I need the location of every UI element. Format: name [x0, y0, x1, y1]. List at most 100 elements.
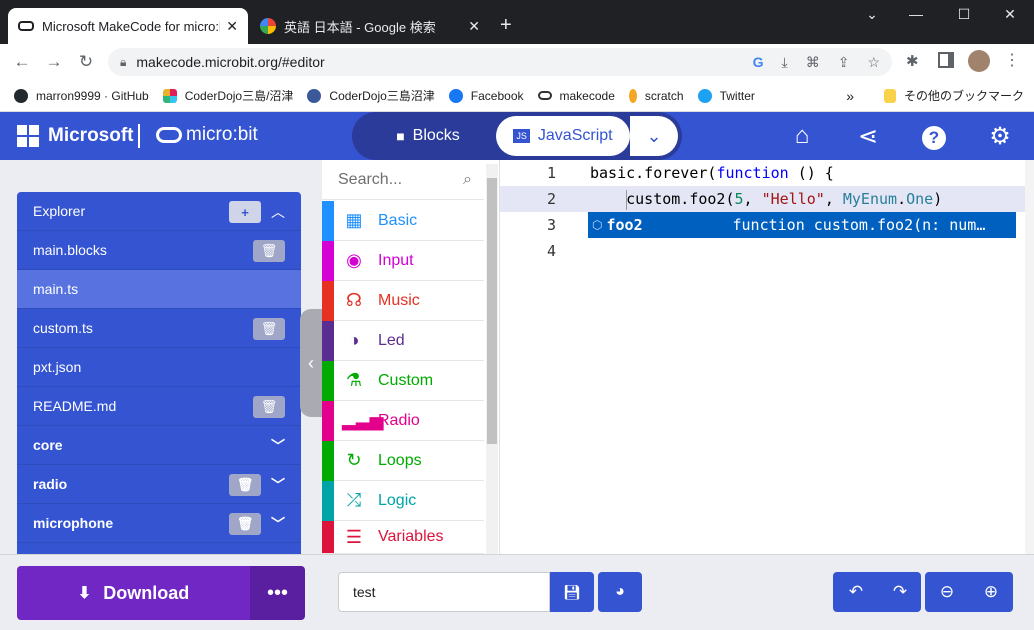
- lock-icon: 🔒︎: [120, 54, 127, 69]
- explorer-header[interactable]: Explorer + ︿: [17, 192, 301, 231]
- microsoft-logo[interactable]: Microsoft: [16, 124, 134, 148]
- dojo-icon: [307, 88, 322, 103]
- github-button[interactable]: ◕: [598, 572, 642, 612]
- category-music[interactable]: ☊ Music: [322, 281, 484, 321]
- category-led[interactable]: ◑ Led: [322, 321, 484, 361]
- line-number: 3: [546, 216, 556, 234]
- download-file-icon: ⬇: [77, 585, 92, 602]
- package-core[interactable]: core ﹀: [17, 426, 301, 465]
- new-tab-button[interactable]: +: [500, 14, 512, 37]
- close-tab-icon[interactable]: ✕: [468, 18, 480, 35]
- project-name-input[interactable]: [338, 572, 550, 612]
- category-radio[interactable]: ▂▃▅ Radio: [322, 401, 484, 441]
- save-disk-icon: 💾︎: [563, 583, 581, 600]
- other-bookmarks-folder[interactable]: その他のブックマーク: [883, 87, 1024, 104]
- headphones-icon: ☊: [346, 290, 362, 310]
- save-button[interactable]: 💾︎: [550, 572, 594, 612]
- maximize-button[interactable]: ☐: [944, 6, 984, 23]
- settings-gear-icon[interactable]: ⚙: [984, 122, 1016, 151]
- blocks-tab[interactable]: ■ Blocks: [360, 116, 496, 156]
- google-icon[interactable]: G: [753, 54, 764, 70]
- zoom-in-icon: ⊕: [983, 582, 999, 601]
- close-window-button[interactable]: ✕: [990, 6, 1030, 23]
- code-line-1[interactable]: basic.forever(function () {: [590, 164, 834, 182]
- category-input[interactable]: ◉ Input: [322, 241, 484, 281]
- shuffle-icon: ⤮: [346, 490, 362, 510]
- add-file-button[interactable]: +: [229, 201, 261, 223]
- close-tab-icon[interactable]: ✕: [226, 18, 238, 35]
- trash-icon[interactable]: 🗑︎: [253, 318, 285, 340]
- collapse-explorer-button[interactable]: ‹: [300, 309, 322, 417]
- editor-scrollbar[interactable]: [1025, 160, 1034, 554]
- microbit-logo[interactable]: micro:bit: [156, 124, 258, 146]
- chevron-down-icon[interactable]: ﹀: [271, 514, 285, 534]
- file-item-pxt-json[interactable]: pxt.json: [17, 348, 301, 387]
- bookmark-makecode[interactable]: makecode: [537, 89, 615, 103]
- autocomplete-suggestion[interactable]: ⬡ foo2 function custom.foo2(n: num…: [588, 212, 1016, 238]
- category-custom[interactable]: ⚗ Custom: [322, 361, 484, 401]
- trash-icon[interactable]: 🗑︎: [229, 474, 261, 496]
- browser-tab-google[interactable]: 英語 日本語 - Google 検索 ✕: [250, 8, 490, 44]
- download-button[interactable]: ⬇ Download: [17, 566, 250, 620]
- toolbox-scrollbar-thumb[interactable]: [487, 178, 497, 444]
- zoom-in-button[interactable]: ⊕: [969, 572, 1013, 612]
- extensions-icon[interactable]: ✱: [906, 52, 919, 70]
- trash-icon[interactable]: 🗑︎: [229, 513, 261, 535]
- file-item-custom-ts[interactable]: custom.ts 🗑︎: [17, 309, 301, 348]
- redo-button[interactable]: ↷: [879, 572, 921, 612]
- install-icon[interactable]: ⤓: [782, 54, 788, 71]
- zoom-out-button[interactable]: ⊖: [925, 572, 969, 612]
- package-microphone[interactable]: microphone 🗑︎ ﹀: [17, 504, 301, 543]
- chevron-down-icon[interactable]: ﹀: [271, 475, 285, 495]
- github-icon: ◕: [615, 583, 625, 600]
- language-dropdown-button[interactable]: ⌄: [630, 116, 678, 156]
- file-item-readme[interactable]: README.md 🗑︎: [17, 387, 301, 426]
- trash-icon[interactable]: 🗑︎: [253, 396, 285, 418]
- bookmark-github[interactable]: marron9999 · GitHub: [14, 88, 149, 103]
- minimize-button[interactable]: —: [896, 6, 936, 22]
- more-options-button[interactable]: •••: [250, 566, 305, 620]
- file-item-main-blocks[interactable]: main.blocks 🗑︎: [17, 231, 301, 270]
- microbit-icon: [156, 127, 182, 143]
- bookmark-facebook[interactable]: Facebook: [448, 88, 524, 103]
- undo-button[interactable]: ↶: [833, 572, 879, 612]
- search-icon[interactable]: ⌕: [463, 171, 472, 189]
- category-logic[interactable]: ⤮ Logic: [322, 481, 484, 521]
- avatar[interactable]: [968, 50, 990, 72]
- tab-title: Microsoft MakeCode for micro:bit: [42, 18, 221, 34]
- function-cube-icon: ⬡: [592, 218, 603, 232]
- category-variables[interactable]: ☰ Variables: [322, 521, 484, 554]
- bookmark-dojo[interactable]: CoderDojo三島沼津: [307, 87, 435, 104]
- back-arrow-icon[interactable]: ←: [6, 52, 38, 72]
- file-item-main-ts[interactable]: main.ts: [17, 270, 301, 309]
- javascript-tab[interactable]: JS JavaScript: [496, 116, 630, 156]
- package-radio[interactable]: radio 🗑︎ ﹀: [17, 465, 301, 504]
- share-icon[interactable]: ⇪: [838, 54, 850, 71]
- share-icon[interactable]: ⋖: [852, 122, 884, 151]
- chevron-up-icon[interactable]: ︿: [271, 202, 285, 222]
- trash-icon[interactable]: 🗑︎: [253, 240, 285, 262]
- category-loops[interactable]: ↻ Loops: [322, 441, 484, 481]
- bookmark-slack[interactable]: CoderDojo三島/沼津: [162, 87, 293, 104]
- browser-tab-makecode[interactable]: Microsoft MakeCode for micro:bit ✕: [8, 8, 248, 44]
- home-icon[interactable]: ⌂: [786, 122, 818, 150]
- category-basic[interactable]: ▦ Basic: [322, 201, 484, 241]
- bookmark-twitter[interactable]: Twitter: [697, 88, 755, 103]
- toolbox-search-input[interactable]: Search... ⌕: [322, 160, 484, 200]
- forward-arrow-icon[interactable]: →: [38, 52, 70, 72]
- side-panel-icon[interactable]: [938, 52, 954, 68]
- help-icon[interactable]: ?: [918, 122, 950, 150]
- tab-search-icon[interactable]: ⌄: [852, 6, 892, 23]
- slack-icon: [162, 88, 177, 103]
- address-bar[interactable]: 🔒︎ makecode.microbit.org/#editor G ⤓ ⌘ ⇪…: [108, 48, 892, 76]
- puzzle-icon: ■: [396, 128, 405, 144]
- bookmark-star-icon[interactable]: ☆: [867, 54, 880, 71]
- url-text: makecode.microbit.org/#editor: [136, 54, 325, 70]
- menu-icon[interactable]: ⋮: [1004, 50, 1020, 70]
- translate-icon[interactable]: ⌘: [806, 54, 820, 71]
- bookmark-scratch[interactable]: scratch: [628, 88, 684, 103]
- more-bookmarks-button[interactable]: »: [846, 88, 854, 104]
- chevron-down-icon[interactable]: ﹀: [271, 436, 285, 456]
- reload-icon[interactable]: ↻: [70, 52, 102, 72]
- code-line-2[interactable]: custom.foo2(5, "Hello", MyEnum.One): [590, 190, 942, 208]
